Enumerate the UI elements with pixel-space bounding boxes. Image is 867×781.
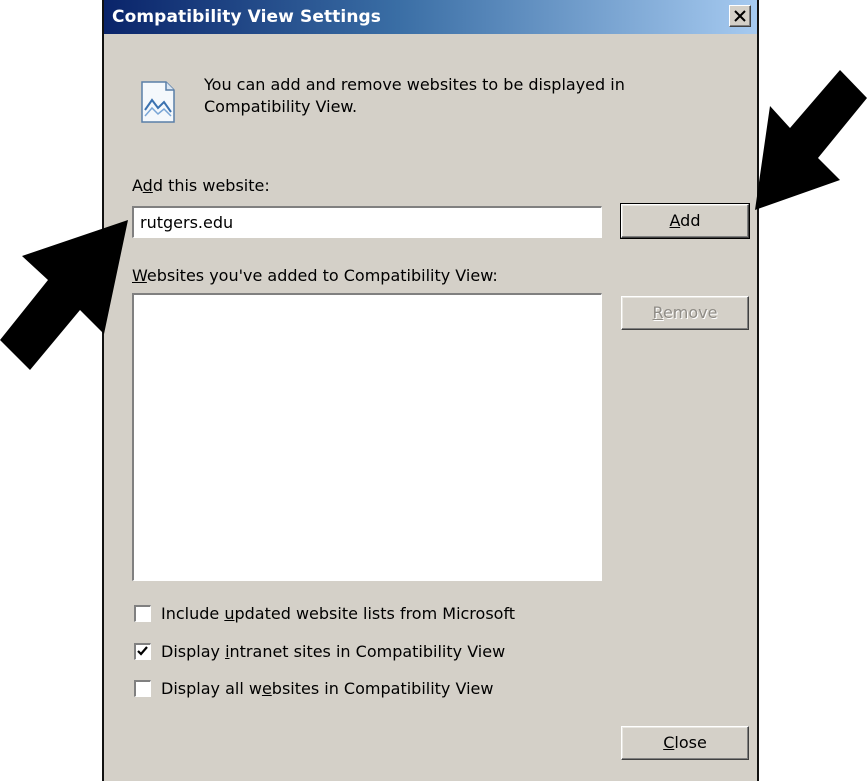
add-website-label: Add this website: [132, 176, 270, 195]
include-updated-lists-label: Include updated website lists from Micro… [161, 603, 516, 623]
website-input-value: rutgers.edu [140, 213, 234, 232]
websites-list-label: Websites you've added to Compatibility V… [132, 266, 498, 285]
checkmark-icon [137, 645, 148, 656]
option-display-all-websites[interactable]: Display all websites in Compatibility Vi… [134, 677, 493, 699]
remove-button[interactable]: Remove [621, 296, 749, 330]
close-button[interactable]: Close [621, 726, 749, 760]
option-display-intranet[interactable]: Display intranet sites in Compatibility … [134, 640, 505, 662]
option-include-updated-lists[interactable]: Include updated website lists from Micro… [134, 602, 515, 624]
close-button-label: lose [674, 733, 707, 752]
remove-button-accel: R [652, 303, 663, 322]
add-website-label-rest: d this website: [152, 176, 270, 195]
pointer-arrow-to-website-input [0, 220, 128, 370]
close-button-accel: C [663, 733, 675, 752]
remove-button-label: emove [662, 303, 718, 322]
add-button[interactable]: Add [620, 203, 750, 239]
window-title: Compatibility View Settings [112, 7, 382, 27]
display-intranet-label: Display intranet sites in Compatibility … [161, 641, 506, 661]
add-button-label: dd [680, 211, 701, 230]
close-window-button[interactable] [729, 5, 751, 27]
website-input[interactable]: rutgers.edu [132, 206, 602, 238]
webpage-broken-icon [141, 81, 175, 123]
close-icon [734, 10, 746, 22]
screenshot-stage: Compatibility View Settings You can add … [0, 0, 867, 781]
pointer-arrow-to-add-button [755, 70, 867, 210]
compatibility-view-dialog: Compatibility View Settings You can add … [102, 0, 759, 781]
display-intranet-checkbox[interactable] [134, 642, 151, 660]
add-button-accel: A [669, 211, 681, 230]
include-updated-lists-checkbox[interactable] [134, 604, 151, 622]
info-text-line-1: You can add and remove websites to be di… [204, 75, 625, 94]
add-website-label-accel: d [142, 176, 153, 195]
display-all-websites-label: Display all websites in Compatibility Vi… [161, 678, 494, 698]
info-text-line-2: Compatibility View. [204, 97, 358, 116]
info-text: You can add and remove websites to be di… [204, 74, 704, 118]
title-bar[interactable]: Compatibility View Settings [104, 0, 757, 34]
display-all-websites-checkbox[interactable] [134, 679, 151, 697]
websites-list-label-rest: ebsites you've added to Compatibility Vi… [146, 266, 498, 285]
add-website-label-part: A [132, 176, 143, 195]
websites-listbox[interactable] [132, 293, 602, 581]
